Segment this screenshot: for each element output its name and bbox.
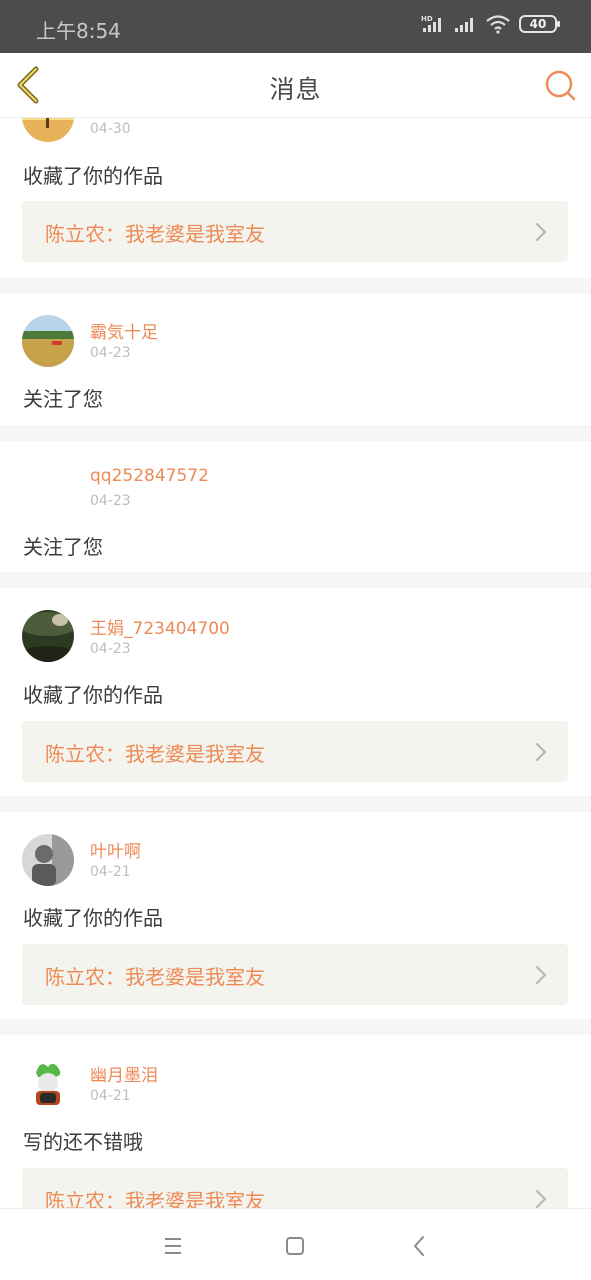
message-action: 写的还不错哦 (23, 1130, 143, 1154)
message-date: 04-23 (90, 641, 131, 657)
home-icon[interactable] (280, 1231, 310, 1261)
message-date: 04-21 (90, 864, 131, 880)
message-action: 收藏了你的作品 (23, 906, 163, 930)
avatar[interactable] (22, 462, 74, 514)
message-list[interactable]: 04-30 收藏了你的作品 陈立农：我老婆是我室友 霸気十足 04-23 关注了… (0, 118, 591, 1208)
message-action: 关注了您 (23, 387, 103, 411)
list-item: 幽月墨泪 04-21 写的还不错哦 陈立农：我老婆是我室友 (0, 1035, 591, 1208)
work-title: 陈立农：我老婆是我室友 (45, 222, 265, 246)
chevron-right-icon (536, 1190, 547, 1208)
user-name[interactable]: qq252847572 (90, 466, 209, 486)
list-item: 叶叶啊 04-21 收藏了你的作品 陈立农：我老婆是我室友 (0, 812, 591, 1019)
wifi-icon (486, 15, 510, 34)
menu-icon[interactable] (158, 1231, 188, 1261)
user-name[interactable]: 霸気十足 (90, 318, 158, 343)
system-nav-bar (0, 1208, 591, 1280)
status-icons: HD 40 (421, 14, 560, 34)
status-bar: 上午8:54 HD 40 (0, 0, 591, 53)
work-title: 陈立农：我老婆是我室友 (45, 965, 265, 989)
battery-level: 40 (529, 17, 547, 31)
user-name[interactable]: 王娟_723404700 (90, 614, 230, 639)
avatar[interactable] (22, 1057, 74, 1109)
avatar[interactable] (22, 118, 74, 142)
work-link[interactable]: 陈立农：我老婆是我室友 (22, 721, 568, 782)
list-item: qq252847572 04-23 关注了您 (0, 441, 591, 572)
divider (0, 572, 591, 588)
list-item: 霸気十足 04-23 关注了您 (0, 294, 591, 425)
nav-bar: 消息 (0, 53, 591, 118)
hd-signal-icon: HD (421, 15, 441, 32)
status-time: 上午8:54 (36, 19, 121, 43)
work-link[interactable]: 陈立农：我老婆是我室友 (22, 1168, 568, 1208)
user-name[interactable]: 幽月墨泪 (90, 1061, 158, 1086)
avatar[interactable] (22, 834, 74, 886)
divider (0, 425, 591, 441)
message-date: 04-21 (90, 1088, 131, 1104)
chevron-right-icon (536, 743, 547, 761)
message-date: 04-23 (90, 345, 131, 361)
divider (0, 278, 591, 294)
work-link[interactable]: 陈立农：我老婆是我室友 (22, 944, 568, 1005)
chevron-right-icon (536, 966, 547, 984)
message-date: 04-30 (90, 121, 131, 137)
avatar[interactable] (22, 315, 74, 367)
chevron-right-icon (536, 223, 547, 241)
divider (0, 796, 591, 812)
back-icon[interactable] (405, 1231, 435, 1261)
divider (0, 1019, 591, 1035)
svg-text:HD: HD (421, 15, 433, 23)
list-item: 王娟_723404700 04-23 收藏了你的作品 陈立农：我老婆是我室友 (0, 588, 591, 796)
battery-icon: 40 (519, 15, 560, 33)
page-title: 消息 (269, 75, 322, 104)
list-item: 04-30 收藏了你的作品 陈立农：我老婆是我室友 (0, 118, 591, 278)
user-name[interactable]: 叶叶啊 (90, 837, 141, 862)
signal-icon (455, 18, 473, 32)
message-action: 收藏了你的作品 (23, 164, 163, 188)
avatar[interactable] (22, 610, 74, 662)
message-action: 关注了您 (23, 535, 103, 559)
work-link[interactable]: 陈立农：我老婆是我室友 (22, 201, 568, 262)
search-icon[interactable] (545, 70, 577, 102)
message-date: 04-23 (90, 493, 131, 509)
work-title: 陈立农：我老婆是我室友 (45, 1189, 265, 1208)
message-action: 收藏了你的作品 (23, 683, 163, 707)
work-title: 陈立农：我老婆是我室友 (45, 742, 265, 766)
